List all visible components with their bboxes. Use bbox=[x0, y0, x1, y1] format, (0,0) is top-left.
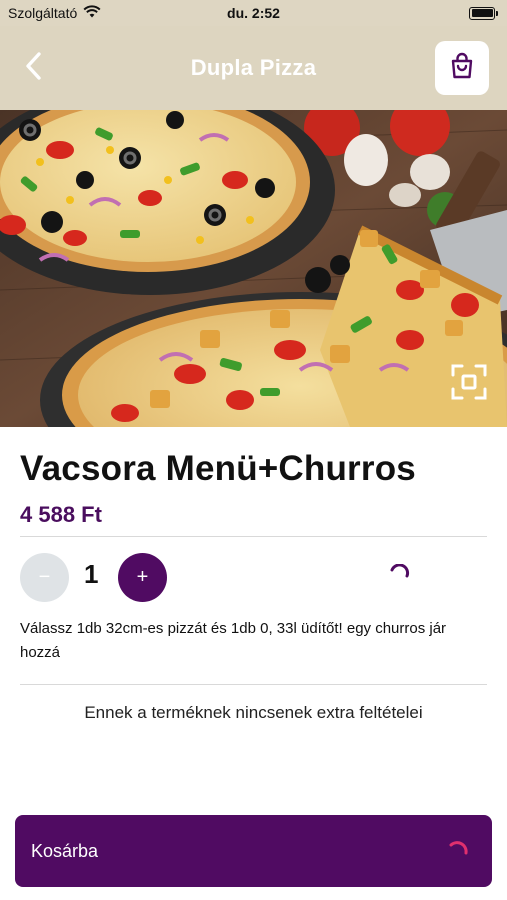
product-price: 4 588 Ft bbox=[20, 502, 102, 527]
product-image bbox=[0, 110, 507, 427]
expand-image-button[interactable] bbox=[447, 362, 491, 406]
back-button[interactable] bbox=[16, 48, 52, 88]
product-title: Vacsora Menü+Churros bbox=[20, 449, 416, 488]
wifi-icon bbox=[83, 5, 101, 21]
divider bbox=[20, 684, 487, 685]
shopping-bag-icon bbox=[449, 52, 475, 85]
fullscreen-expand-icon bbox=[449, 362, 489, 407]
pizza-photo bbox=[0, 110, 507, 427]
status-bar: Szolgáltató du. 2:52 bbox=[0, 0, 507, 26]
nav-bar: Dupla Pizza bbox=[0, 26, 507, 110]
carrier-label: Szolgáltató bbox=[8, 5, 78, 21]
quantity-value: 1 bbox=[84, 559, 99, 589]
increase-quantity-button[interactable]: + bbox=[118, 553, 167, 602]
nav-title: Dupla Pizza bbox=[190, 55, 317, 80]
add-to-cart-button[interactable]: Kosárba bbox=[15, 815, 492, 887]
product-description: Válassz 1db 32cm-es pizzát és 1db 0, 33l… bbox=[20, 620, 447, 661]
divider bbox=[20, 536, 487, 537]
decrease-quantity-button[interactable]: − bbox=[20, 553, 69, 602]
status-left: Szolgáltató bbox=[8, 5, 101, 21]
add-to-cart-label: Kosárba bbox=[31, 840, 99, 861]
chevron-left-icon bbox=[24, 51, 44, 86]
no-extras-message: Ennek a terméknek nincsenek extra feltét… bbox=[84, 703, 423, 722]
cart-button[interactable] bbox=[435, 41, 489, 95]
loading-spinner-icon bbox=[446, 839, 470, 863]
quantity-stepper: − 1 + bbox=[20, 551, 487, 603]
loading-spinner-icon bbox=[388, 563, 410, 586]
battery-icon bbox=[469, 6, 498, 20]
